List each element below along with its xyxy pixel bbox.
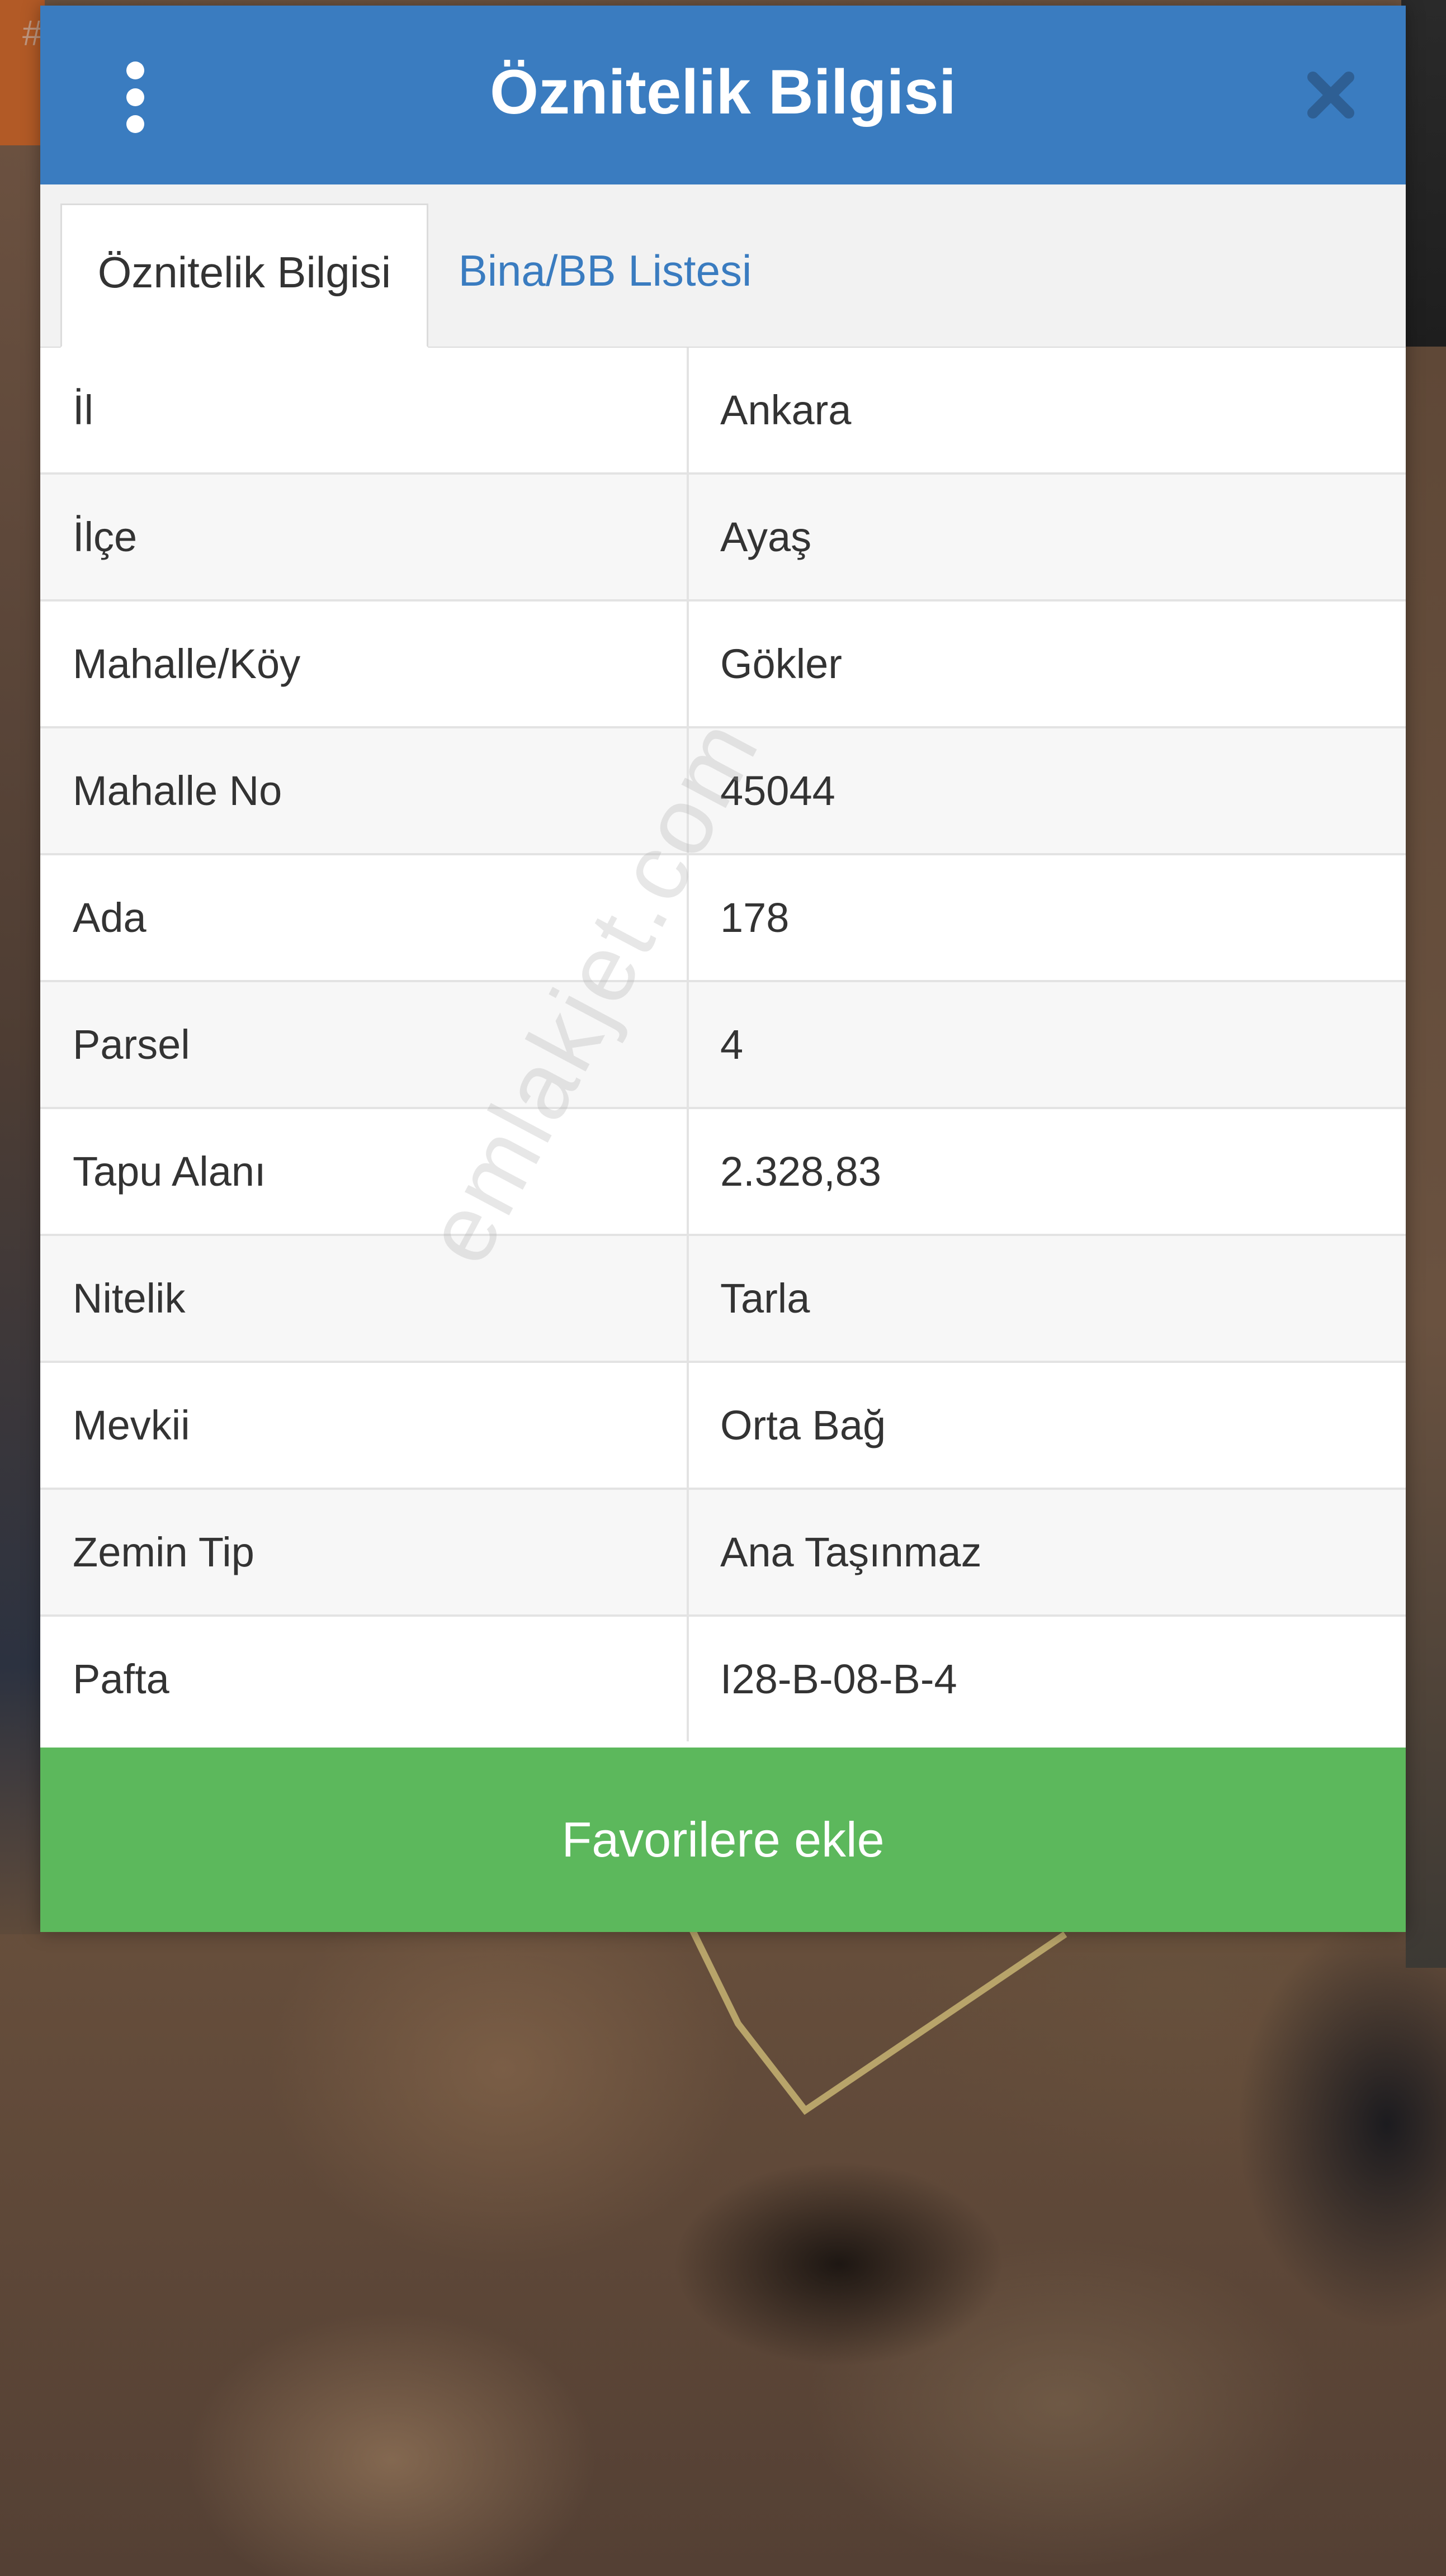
add-to-favorites-button[interactable]: Favorilere ekle	[40, 1748, 1406, 1932]
table-row: Parsel 4	[40, 982, 1406, 1109]
attribute-key: İl	[40, 348, 689, 472]
attribute-info-dialog: Öznitelik Bilgisi Öznitelik Bilgisi Bina…	[40, 6, 1406, 1932]
attribute-key: Pafta	[40, 1617, 689, 1741]
attribute-key: Mevkii	[40, 1363, 689, 1488]
attribute-value: Ankara	[720, 387, 852, 433]
attribute-value: Orta Bağ	[720, 1402, 886, 1448]
table-row: Tapu Alanı 2.328,83	[40, 1109, 1406, 1236]
attribute-key: Tapu Alanı	[40, 1109, 689, 1234]
attribute-table: İl Ankara İlçe Ayaş Mahalle/Köy Gökler M…	[40, 348, 1406, 1744]
tab-building-list[interactable]: Bina/BB Listesi	[454, 203, 756, 348]
attribute-key: Mahalle/Köy	[40, 602, 689, 726]
attribute-key: İlçe	[40, 475, 689, 599]
attribute-value: I28-B-08-B-4	[720, 1656, 957, 1702]
attribute-value: Gökler	[720, 641, 842, 687]
attribute-key: Zemin Tip	[40, 1490, 689, 1614]
dialog-title: Öznitelik Bilgisi	[490, 57, 956, 127]
table-row: İl Ankara	[40, 348, 1406, 475]
table-row: Mevkii Orta Bağ	[40, 1363, 1406, 1490]
attribute-key: Mahalle No	[40, 728, 689, 853]
tab-attribute-info[interactable]: Öznitelik Bilgisi	[60, 203, 428, 348]
close-icon[interactable]	[1303, 67, 1359, 123]
table-row: Zemin Tip Ana Taşınmaz	[40, 1490, 1406, 1617]
table-row: Pafta I28-B-08-B-4	[40, 1617, 1406, 1744]
attribute-value: Ana Taşınmaz	[720, 1529, 982, 1575]
vertical-dots-icon[interactable]	[119, 61, 152, 134]
attribute-value: Tarla	[720, 1275, 810, 1322]
attribute-value: 45044	[720, 768, 835, 814]
table-row: Mahalle/Köy Gökler	[40, 602, 1406, 728]
attribute-key: Nitelik	[40, 1236, 689, 1361]
attribute-value: 178	[720, 894, 790, 941]
table-row: Ada 178	[40, 855, 1406, 982]
table-row: İlçe Ayaş	[40, 475, 1406, 602]
table-row: Nitelik Tarla	[40, 1236, 1406, 1363]
attribute-value: Ayaş	[720, 514, 812, 560]
attribute-value: 4	[720, 1021, 744, 1068]
attribute-value: 2.328,83	[720, 1148, 882, 1195]
dialog-header: Öznitelik Bilgisi	[40, 6, 1406, 184]
tab-bar: Öznitelik Bilgisi Bina/BB Listesi	[40, 184, 1406, 348]
